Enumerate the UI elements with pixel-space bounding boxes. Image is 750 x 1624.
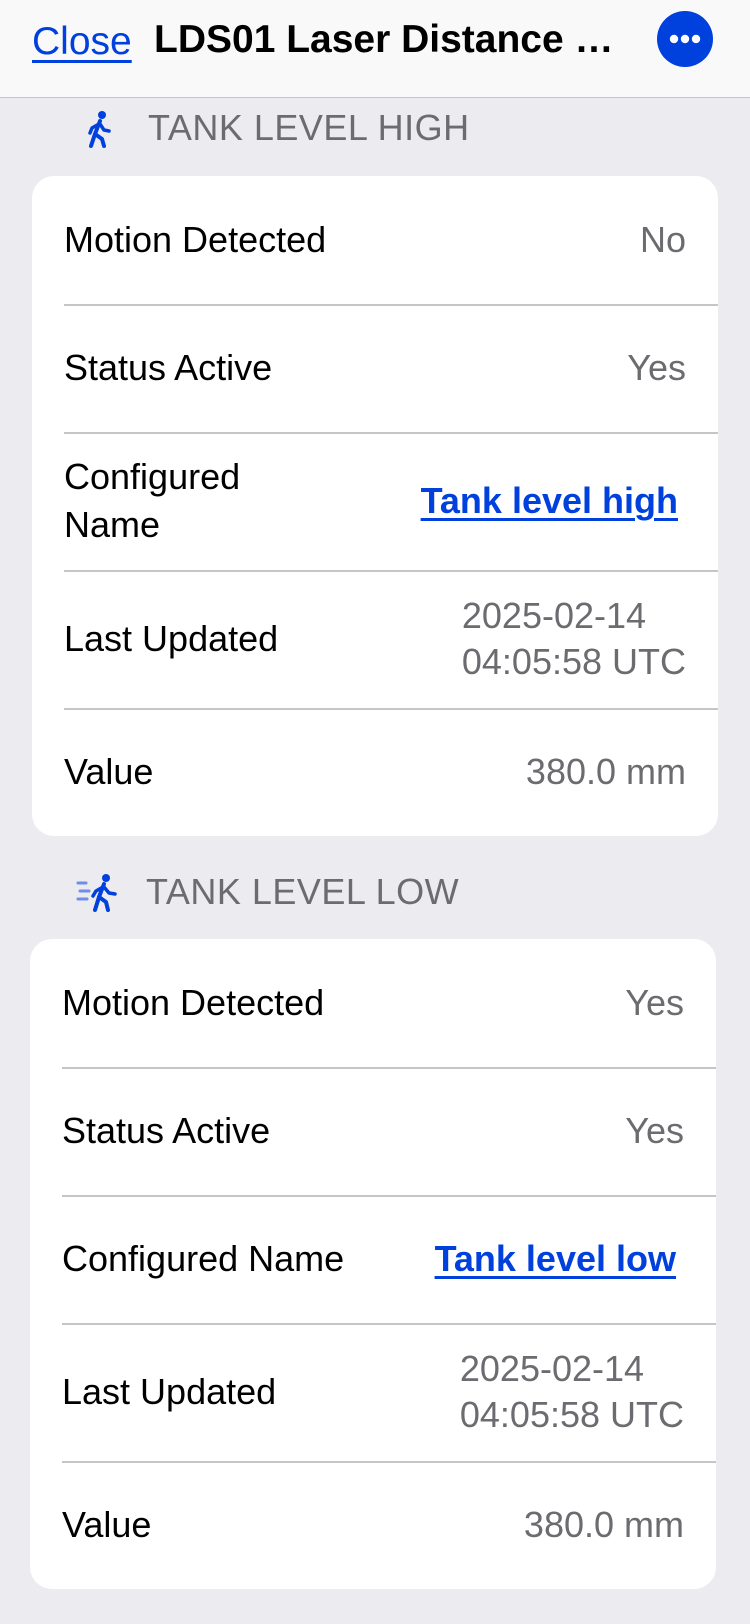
row-separator [64,570,718,572]
motion-detected-value: Yes [625,982,684,1023]
navigation-bar: Close LDS01 Laser Distance Sensor [0,0,750,98]
value-reading: 380.0 mm [523,1504,684,1545]
row-value: Value 380.0 mm [30,1461,716,1589]
section-header-tank-level-high: TANK LEVEL HIGH [78,102,678,154]
value-reading: 380.0 mm [525,751,686,792]
last-updated-label: Last Updated [64,618,279,659]
ellipsis-icon [669,34,701,44]
motion-detected-label: Motion Detected [62,982,325,1023]
more-options-button[interactable] [657,11,713,67]
row-last-updated: Last Updated 2025-02-14 04:05:58 UTC [32,570,718,708]
section-title: TANK LEVEL LOW [146,871,460,912]
last-updated-label: Last Updated [62,1371,277,1412]
row-separator [62,1067,716,1069]
row-separator [62,1195,716,1197]
status-active-label: Status Active [64,347,273,388]
configured-name-link[interactable]: Tank level low [435,1235,676,1283]
row-motion-detected: Motion Detected No [32,176,718,304]
last-updated-value: 2025-02-14 04:05:58 UTC [462,593,686,685]
row-separator [64,432,718,434]
motion-detected-value: No [639,219,686,260]
configured-name-label: Configured Name [62,1238,345,1279]
last-updated-value: 2025-02-14 04:05:58 UTC [460,1346,684,1438]
row-last-updated: Last Updated 2025-02-14 04:05:58 UTC [30,1323,716,1461]
row-status-active: Status Active Yes [30,1067,716,1195]
row-separator [64,708,718,710]
status-active-value: Yes [625,1110,684,1151]
last-updated-time: 04:05:58 UTC [461,641,686,682]
row-separator [64,304,718,306]
row-value: Value 380.0 mm [32,708,718,836]
tank-level-high-card: Motion Detected No Status Active Yes Con… [32,176,718,836]
last-updated-time: 04:05:58 UTC [459,1394,684,1435]
tank-level-low-card: Motion Detected Yes Status Active Yes Co… [30,939,716,1589]
row-motion-detected: Motion Detected Yes [30,939,716,1067]
row-status-active: Status Active Yes [32,304,718,432]
close-button[interactable]: Close [32,14,132,70]
row-separator [62,1461,716,1463]
configured-name-label: Configured Name [64,456,241,545]
status-active-value: Yes [627,347,686,388]
status-active-label: Status Active [62,1110,271,1151]
row-separator [62,1323,716,1325]
last-updated-date: 2025-02-14 [461,595,647,636]
value-label: Value [62,1504,152,1545]
configured-name-link[interactable]: Tank level high [421,477,678,525]
section-header-tank-level-low: TANK LEVEL LOW [76,866,676,918]
person-walking-icon [88,111,111,148]
row-configured-name: Configured Name Tank level high [32,432,718,570]
page-title: LDS01 Laser Distance Sensor [154,18,618,61]
motion-detected-label: Motion Detected [64,219,327,260]
section-title: TANK LEVEL HIGH [148,107,470,148]
last-updated-date: 2025-02-14 [459,1348,645,1389]
value-label: Value [64,751,154,792]
row-configured-name: Configured Name Tank level low [30,1195,716,1323]
person-running-icon [76,874,117,912]
